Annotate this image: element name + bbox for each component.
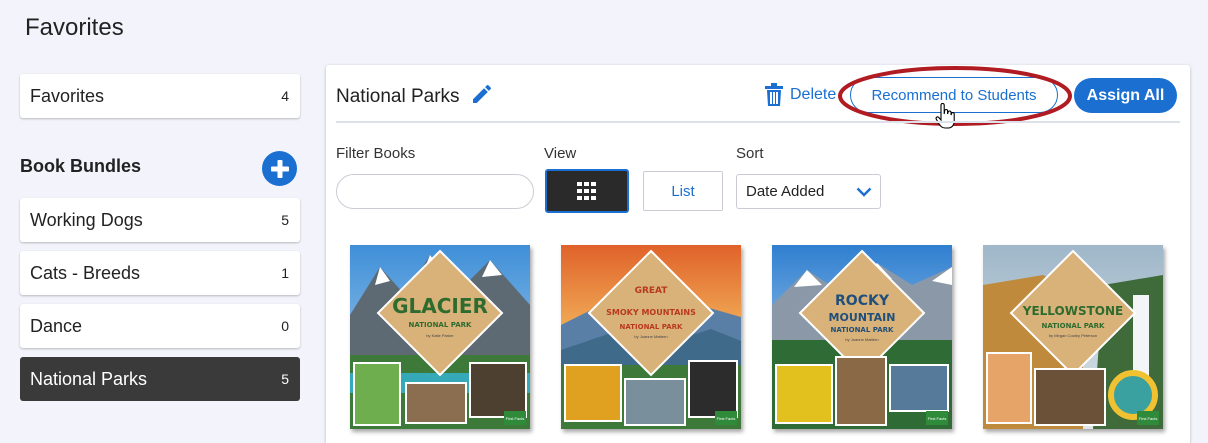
- book-title-line3: NATIONAL PARK: [831, 326, 895, 334]
- book-title-line3: NATIONAL PARK: [1042, 322, 1106, 330]
- grid-view-icon: [577, 182, 596, 200]
- sort-selected-value: Date Added: [746, 183, 825, 200]
- book-title-line1: GLACIER: [392, 294, 488, 318]
- divider: [336, 121, 1180, 123]
- sidebar-item-count: 0: [281, 318, 289, 334]
- book-badge: First Facts: [506, 416, 525, 421]
- bundle-panel: National Parks Delete Recommend to Stude…: [326, 65, 1190, 443]
- book-title-line3: NATIONAL PARK: [620, 323, 684, 331]
- sidebar-item-label: Favorites: [30, 85, 105, 106]
- sidebar-item-count: 5: [281, 212, 289, 228]
- book-title-line3: NATIONAL PARK: [409, 321, 473, 329]
- book-cover-great-smoky-mountains[interactable]: GREAT SMOKY MOUNTAINS NATIONAL PARK by J…: [561, 245, 741, 429]
- book-badge: First Facts: [928, 416, 947, 421]
- book-title-line1: YELLOWSTONE: [1022, 304, 1123, 318]
- list-view-button[interactable]: List: [643, 171, 723, 211]
- delete-button[interactable]: Delete: [764, 83, 836, 107]
- sidebar-item-label: National Parks: [30, 368, 148, 389]
- pencil-icon[interactable]: [470, 82, 494, 106]
- book-cover-glacier[interactable]: GLACIER NATIONAL PARK by Katie Parker Fi…: [350, 245, 530, 429]
- book-cover-rocky-mountain[interactable]: ROCKY MOUNTAIN NATIONAL PARK by Joanne M…: [772, 245, 952, 429]
- sidebar-item-label: Working Dogs: [30, 209, 143, 230]
- book-author: by Joanne Mattern: [634, 334, 667, 339]
- recommend-to-students-button[interactable]: Recommend to Students: [850, 77, 1058, 113]
- sidebar-item-label: Cats - Breeds: [30, 262, 141, 283]
- sort-select[interactable]: Date Added: [736, 174, 881, 209]
- sidebar-item-national-parks[interactable]: National Parks 5: [20, 357, 300, 401]
- book-author: by Megan Cooley Peterson: [1049, 333, 1097, 338]
- sidebar-item-favorites[interactable]: Favorites 4: [20, 74, 300, 118]
- book-author: by Katie Parker: [426, 333, 454, 338]
- add-bundle-button[interactable]: [262, 151, 297, 186]
- book-title-line1: GREAT: [635, 286, 669, 296]
- filter-books-label: Filter Books: [336, 145, 416, 162]
- sidebar-item-count: 5: [281, 371, 289, 387]
- trash-icon: [765, 83, 783, 106]
- sort-label: Sort: [736, 145, 764, 162]
- book-author: by Joanne Mattern: [845, 337, 878, 342]
- grid-view-button[interactable]: [545, 169, 629, 213]
- book-title-line1: ROCKY: [835, 293, 890, 309]
- assign-all-button[interactable]: Assign All: [1074, 78, 1177, 113]
- sidebar-item-label: Dance: [30, 315, 83, 336]
- book-title-line2: MOUNTAIN: [829, 311, 896, 324]
- filter-books-input[interactable]: [336, 174, 534, 209]
- bundle-title: National Parks: [336, 86, 460, 107]
- book-badge: First Facts: [1139, 416, 1158, 421]
- sidebar-item-cats-breeds[interactable]: Cats - Breeds 1: [20, 251, 300, 295]
- plus-circle-icon: [270, 159, 289, 178]
- chevron-down-icon: [856, 187, 872, 197]
- sidebar-item-count: 1: [281, 265, 289, 281]
- book-title-line2: SMOKY MOUNTAINS: [606, 308, 696, 317]
- sidebar-item-working-dogs[interactable]: Working Dogs 5: [20, 198, 300, 242]
- delete-label: Delete: [790, 86, 837, 103]
- sidebar-item-count: 4: [281, 88, 289, 104]
- sidebar-item-dance[interactable]: Dance 0: [20, 304, 300, 348]
- book-badge: First Facts: [717, 416, 736, 421]
- book-bundles-heading: Book Bundles: [20, 156, 142, 176]
- book-cover-yellowstone[interactable]: YELLOWSTONE NATIONAL PARK by Megan Coole…: [983, 245, 1163, 429]
- view-label: View: [544, 145, 577, 162]
- page-title: Favorites: [25, 14, 124, 41]
